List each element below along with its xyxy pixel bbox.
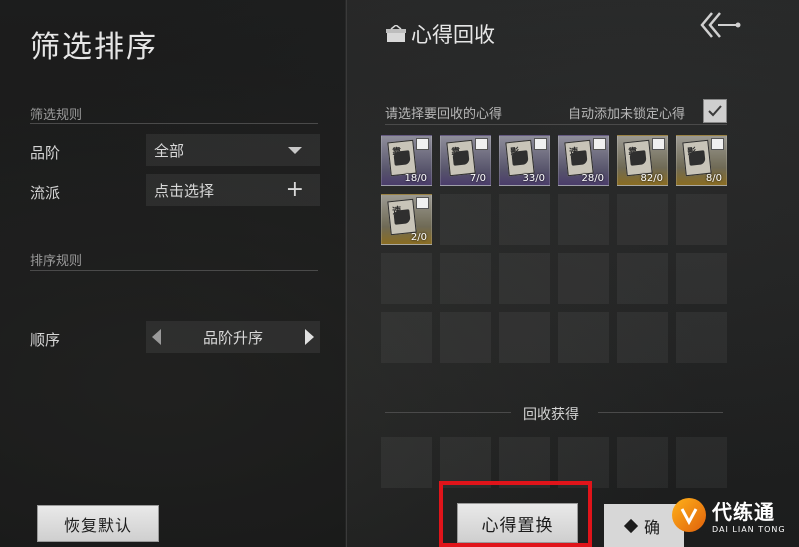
heart-item[interactable]: 速 2/0 — [381, 194, 432, 245]
checkmark-icon — [708, 105, 722, 117]
school-selector[interactable]: 点击选择 + — [146, 174, 320, 206]
reward-slot — [676, 437, 727, 488]
empty-slot[interactable] — [499, 194, 550, 245]
reward-slot — [381, 437, 432, 488]
item-count: 33/0 — [522, 173, 545, 184]
school-label: 流派 — [30, 184, 61, 202]
recycle-title: 心得回收 — [385, 19, 495, 49]
watermark: 代练通 DAI LIAN TONG — [672, 490, 794, 540]
lock-badge-icon — [711, 138, 724, 150]
lock-badge-icon — [593, 138, 606, 150]
heart-item[interactable]: 靠 7/0 — [440, 135, 491, 186]
lock-badge-icon — [652, 138, 665, 150]
reward-divider-left — [385, 412, 511, 413]
item-count: 18/0 — [404, 173, 427, 184]
tier-dropdown[interactable]: 全部 — [146, 134, 320, 166]
empty-slot[interactable] — [440, 312, 491, 363]
empty-slot[interactable] — [617, 194, 668, 245]
item-count: 82/0 — [640, 173, 663, 184]
lock-badge-icon — [416, 138, 429, 150]
empty-slot[interactable] — [381, 312, 432, 363]
recycle-title-text: 心得回收 — [411, 23, 495, 47]
section-divider — [30, 123, 318, 124]
book-icon: 影 — [682, 139, 712, 177]
filter-section-label: 筛选规则 — [30, 108, 83, 123]
item-tag: 速 — [568, 147, 579, 158]
reward-title: 回收获得 — [523, 407, 579, 423]
lock-badge-icon — [475, 138, 488, 150]
book-icon: 速 — [564, 139, 594, 177]
lock-badge-icon — [416, 197, 429, 209]
empty-slot[interactable] — [381, 253, 432, 304]
item-tag: 靠 — [627, 147, 638, 158]
item-tag: 影 — [509, 147, 520, 158]
auto-add-checkbox[interactable] — [703, 99, 727, 123]
heart-item[interactable]: 速 28/0 — [558, 135, 609, 186]
highlight-box — [439, 481, 592, 547]
heart-item[interactable]: 影 8/0 — [676, 135, 727, 186]
item-count: 28/0 — [581, 173, 604, 184]
item-tag: 靠 — [450, 147, 461, 158]
tier-value: 全部 — [154, 141, 185, 160]
arrow-right-icon[interactable] — [304, 329, 314, 345]
order-label: 顺序 — [30, 331, 61, 349]
arrow-left-icon[interactable] — [152, 329, 161, 345]
school-value: 点击选择 — [154, 181, 215, 200]
empty-slot[interactable] — [676, 194, 727, 245]
heart-item[interactable]: 靠 18/0 — [381, 135, 432, 186]
empty-slot[interactable] — [499, 253, 550, 304]
order-selector: 品阶升序 — [146, 321, 320, 353]
empty-slot[interactable] — [558, 312, 609, 363]
item-tag: 影 — [686, 147, 697, 158]
item-count: 8/0 — [705, 173, 722, 184]
tier-label: 品阶 — [30, 144, 61, 162]
book-icon: 影 — [505, 139, 535, 177]
panel-title: 筛选排序 — [30, 30, 158, 65]
empty-slot[interactable] — [558, 253, 609, 304]
book-icon: 靠 — [387, 139, 417, 177]
lock-badge-icon — [534, 138, 547, 150]
book-icon: 靠 — [446, 139, 476, 177]
item-tag: 速 — [391, 206, 402, 217]
heart-item[interactable]: 影 33/0 — [499, 135, 550, 186]
empty-slot[interactable] — [558, 194, 609, 245]
diamond-icon — [623, 518, 639, 533]
empty-slot[interactable] — [617, 312, 668, 363]
empty-slot[interactable] — [499, 312, 550, 363]
book-icon: 靠 — [623, 139, 653, 177]
item-count: 2/0 — [410, 232, 427, 243]
watermark-logo-icon — [672, 498, 706, 532]
watermark-text: 代练通 — [712, 500, 775, 524]
confirm-label: 确 — [644, 517, 661, 537]
recycle-hint: 请选择要回收的心得 — [385, 107, 503, 122]
heart-item[interactable]: 靠 82/0 — [617, 135, 668, 186]
empty-slot[interactable] — [676, 312, 727, 363]
reward-divider-right — [598, 412, 723, 413]
panel-divider — [346, 0, 347, 547]
section-divider — [385, 124, 727, 125]
back-arrow-icon[interactable] — [698, 10, 742, 40]
filter-sort-panel — [0, 0, 345, 547]
caret-down-icon — [288, 146, 302, 154]
auto-add-label: 自动添加未锁定心得 — [568, 107, 686, 122]
reward-slot — [617, 437, 668, 488]
empty-slot[interactable] — [440, 253, 491, 304]
plus-icon: + — [285, 177, 304, 202]
book-icon: 速 — [387, 198, 417, 236]
watermark-subtext: DAI LIAN TONG — [712, 525, 786, 534]
sort-section-label: 排序规则 — [30, 254, 83, 269]
item-grid: 靠 18/0 靠 7/0 影 33/0 速 28/0 靠 82/0 影 8/0 速 2/0 — [381, 135, 727, 363]
reset-default-button[interactable]: 恢复默认 — [37, 505, 159, 542]
section-divider — [30, 270, 318, 271]
item-count: 7/0 — [469, 173, 486, 184]
empty-slot[interactable] — [676, 253, 727, 304]
empty-slot[interactable] — [440, 194, 491, 245]
empty-slot[interactable] — [617, 253, 668, 304]
order-value: 品阶升序 — [202, 328, 263, 347]
item-tag: 靠 — [391, 147, 402, 158]
chest-icon — [386, 25, 406, 42]
